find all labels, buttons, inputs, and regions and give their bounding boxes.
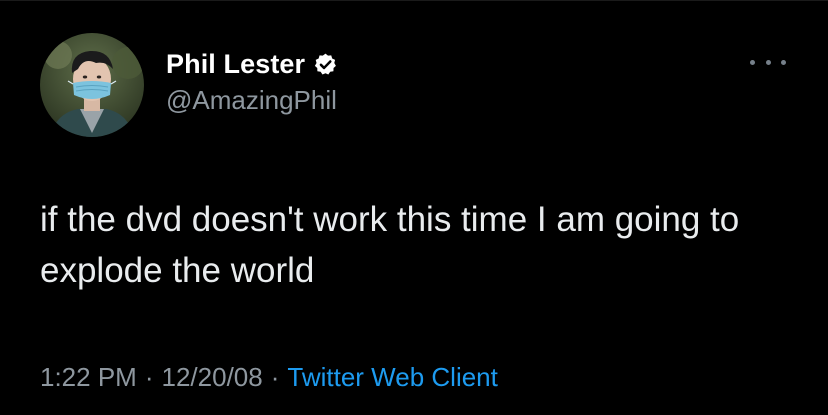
verified-badge-icon (313, 52, 338, 77)
author-display-name[interactable]: Phil Lester (166, 49, 305, 80)
tweet-card: Phil Lester @AmazingPhil if the dvd does… (0, 0, 828, 415)
profile-photo-icon (40, 33, 144, 137)
divider (0, 0, 828, 1)
client-link[interactable]: Twitter Web Client (287, 362, 497, 392)
separator: · (270, 362, 280, 392)
tweet-text: if the dvd doesn't work this time I am g… (40, 200, 740, 290)
author-handle[interactable]: @AmazingPhil (166, 85, 337, 116)
tweet-time[interactable]: 1:22 PM (40, 362, 137, 392)
dot (750, 59, 755, 65)
tweet-meta: 1:22 PM · 12/20/08 · Twitter Web Client (40, 362, 498, 393)
more-options-icon[interactable] (750, 52, 786, 72)
dot (781, 59, 786, 65)
dot (765, 59, 771, 65)
separator: · (144, 362, 154, 392)
author-name-row[interactable]: Phil Lester (166, 44, 338, 84)
avatar[interactable] (40, 33, 144, 137)
tweet-date[interactable]: 12/20/08 (162, 362, 263, 392)
